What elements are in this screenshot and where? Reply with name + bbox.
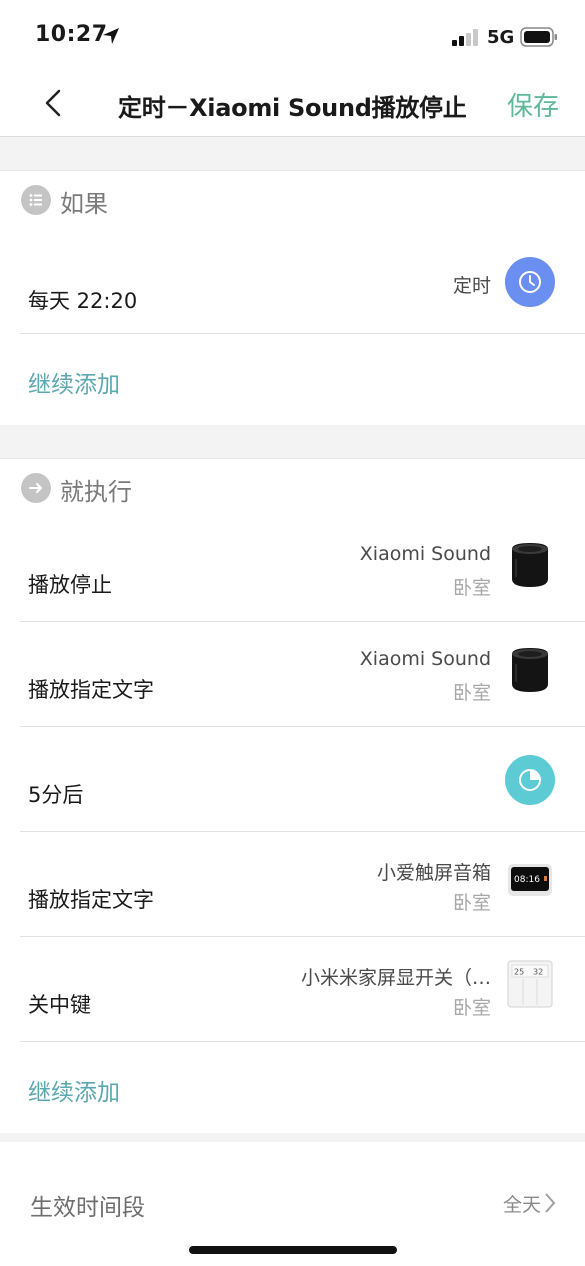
condition-label: 每天 22:20 — [28, 289, 138, 313]
timer-clock-icon — [505, 257, 555, 307]
action-label: 播放指定文字 — [28, 678, 154, 702]
status-bar: 10:27 5G — [0, 0, 585, 72]
display-switch-icon: 25 32 — [507, 960, 553, 1008]
then-actions-card: 播放停止 Xiaomi Sound 卧室 播放指定文字 Xiaomi Sound… — [0, 517, 585, 1133]
action-label: 关中键 — [28, 993, 91, 1017]
list-icon — [21, 185, 51, 215]
action-row[interactable]: 播放指定文字 Xiaomi Sound 卧室 — [20, 622, 585, 727]
room-name: 卧室 — [452, 577, 491, 599]
if-section-label: 如果 — [60, 190, 108, 218]
device-name: 小米米家屏显开关（… — [300, 967, 491, 989]
page-title: 定时－Xiaomi Sound播放停止 — [118, 94, 467, 122]
switch-screen-right: 32 — [533, 968, 543, 977]
action-label: 播放指定文字 — [28, 888, 154, 912]
action-row[interactable]: 5分后 — [20, 727, 585, 832]
room-name: 卧室 — [452, 997, 491, 1019]
speaker-icon — [512, 648, 548, 692]
then-add-more-link[interactable]: 继续添加 — [28, 1073, 120, 1107]
effective-time-label: 生效时间段 — [30, 1195, 145, 1221]
back-arrow-icon[interactable] — [38, 86, 68, 120]
if-section-header: 如果 — [0, 170, 585, 230]
chevron-right-icon — [545, 1193, 556, 1213]
screen-time: 08:16 — [514, 875, 540, 885]
cellular-signal-icon — [452, 29, 478, 46]
speaker-icon — [512, 543, 548, 587]
status-time: 10:27 — [35, 22, 108, 47]
action-row[interactable]: 关中键 小米米家屏显开关（… 卧室 25 32 — [20, 937, 585, 1042]
action-label: 5分后 — [28, 783, 84, 807]
touchscreen-speaker-icon: 08:16 — [508, 864, 552, 896]
room-name: 卧室 — [452, 682, 491, 704]
device-name: Xiaomi Sound — [359, 543, 491, 565]
delay-timer-icon — [505, 755, 555, 805]
network-type: 5G — [487, 27, 515, 48]
action-row[interactable]: 播放停止 Xiaomi Sound 卧室 — [20, 517, 585, 622]
navigation-bar: 定时－Xiaomi Sound播放停止 保存 — [0, 72, 585, 137]
device-name: 小爱触屏音箱 — [376, 862, 491, 884]
home-indicator[interactable] — [189, 1246, 397, 1254]
effective-time-value: 全天 — [502, 1194, 541, 1216]
room-name: 卧室 — [452, 892, 491, 914]
action-row[interactable]: 播放指定文字 小爱触屏音箱 卧室 08:16 — [20, 832, 585, 937]
condition-type-label: 定时 — [452, 275, 491, 297]
if-condition-card: 每天 22:20 定时 继续添加 — [0, 229, 585, 425]
then-section-header: 就执行 — [0, 458, 585, 518]
condition-row-timer[interactable]: 每天 22:20 定时 — [20, 229, 585, 334]
arrow-right-circle-icon — [21, 473, 51, 503]
location-arrow-icon — [103, 28, 119, 44]
if-add-more-link[interactable]: 继续添加 — [28, 365, 120, 399]
save-button[interactable]: 保存 — [507, 86, 559, 123]
action-label: 播放停止 — [28, 573, 112, 597]
switch-screen-left: 25 — [514, 968, 524, 977]
battery-icon — [520, 27, 557, 47]
device-name: Xiaomi Sound — [359, 648, 491, 670]
then-section-label: 就执行 — [60, 478, 132, 506]
